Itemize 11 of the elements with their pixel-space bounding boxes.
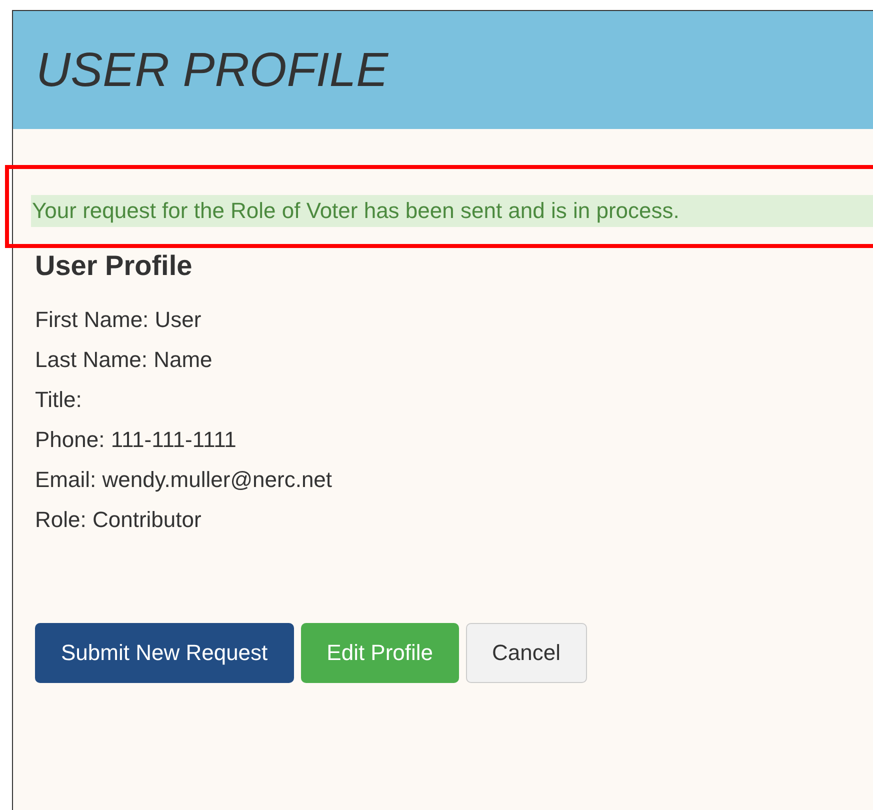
submit-button[interactable]: Submit New Request <box>35 623 294 683</box>
page-title: USER PROFILE <box>36 42 388 98</box>
profile-field: Email: wendy.muller@nerc.net <box>35 460 873 500</box>
profile-field: Role: Contributor <box>35 500 873 540</box>
profile-field: Title: <box>35 380 873 420</box>
profile-field: Last Name: Name <box>35 340 873 380</box>
section-heading: User Profile <box>35 250 194 282</box>
cancel-button[interactable]: Cancel <box>466 623 587 683</box>
profile-field: First Name: User <box>35 300 873 340</box>
profile-field: Phone: 111-111-1111 <box>35 420 873 460</box>
success-alert: Your request for the Role of Voter has been sent and is in process. <box>31 195 873 227</box>
